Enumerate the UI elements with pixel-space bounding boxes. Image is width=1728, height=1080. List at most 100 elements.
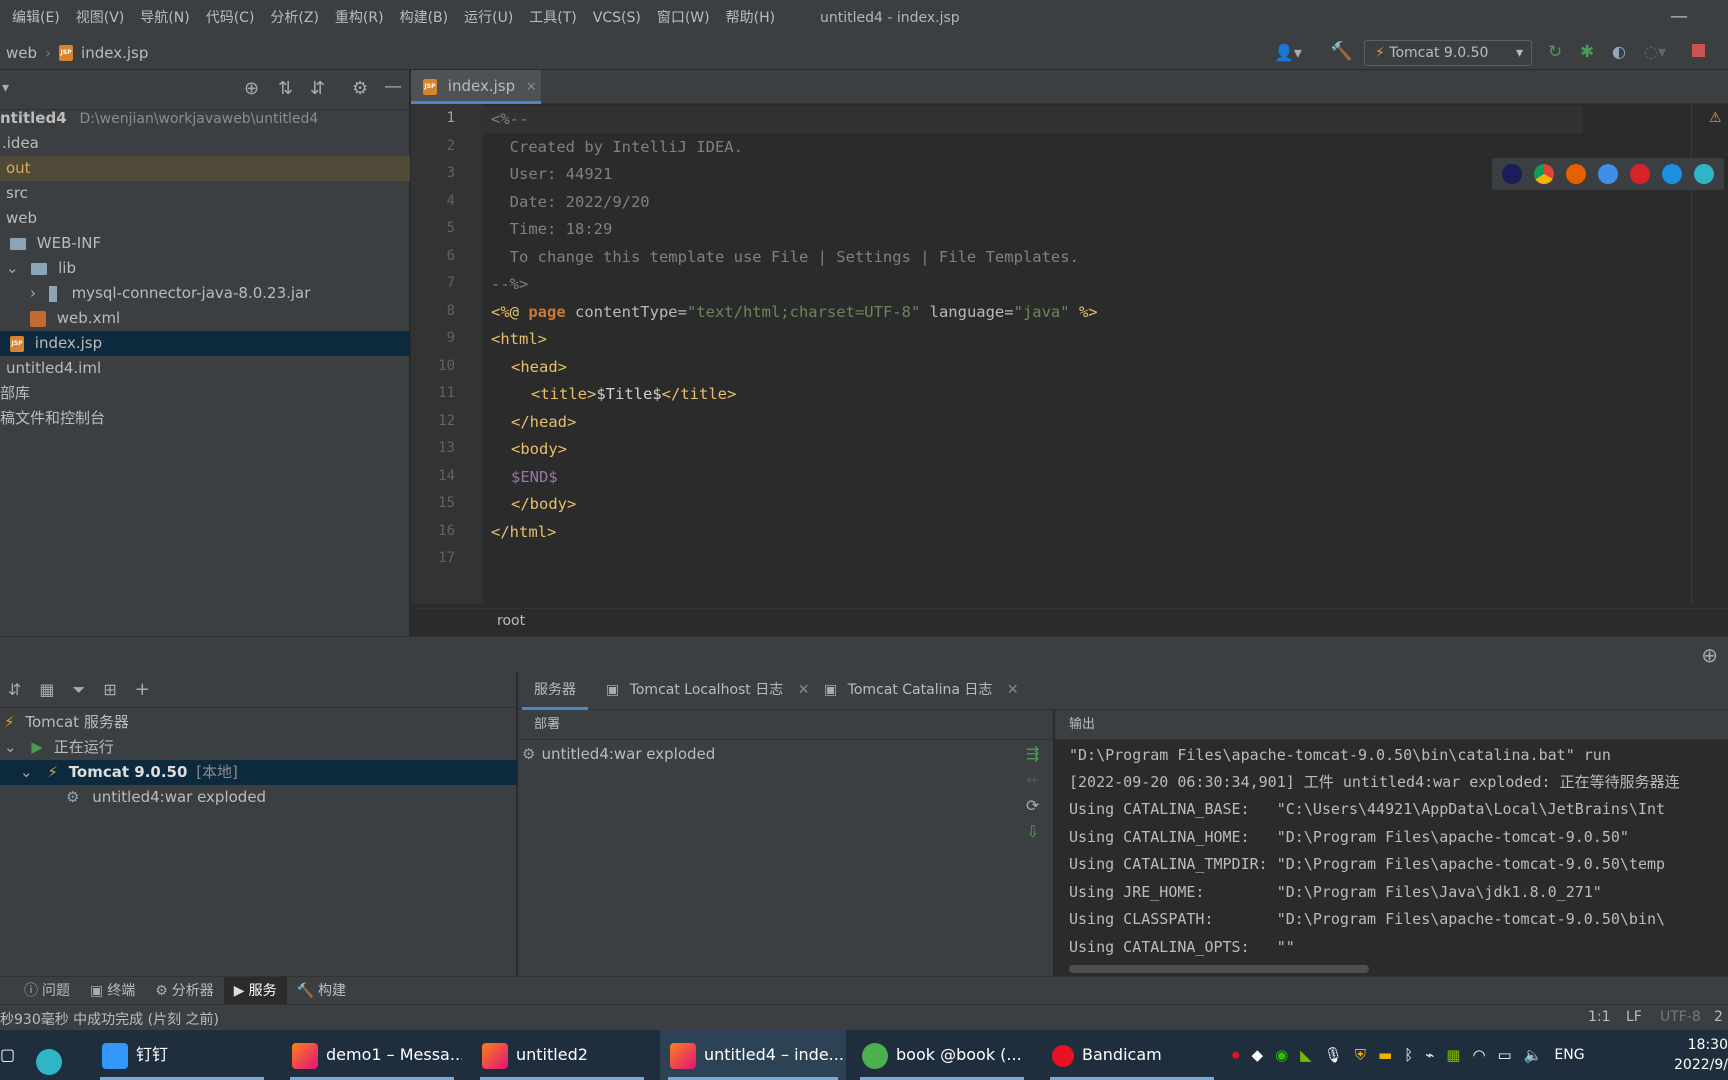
input-language[interactable]: ENG <box>1554 1047 1584 1063</box>
close-icon[interactable]: ✕ <box>1007 682 1019 698</box>
taskbar-app-dingtalk[interactable]: 钉钉 <box>92 1030 272 1080</box>
volume-icon[interactable]: 🔈 <box>1524 1046 1543 1064</box>
tree-item-artifact[interactable]: ⚙ untitled4:war exploded <box>0 785 517 810</box>
edge-icon[interactable] <box>1694 164 1714 184</box>
tool-profiler[interactable]: ⚙ 分析器 <box>145 977 224 1005</box>
menu-tools[interactable]: 工具(T) <box>521 0 584 36</box>
chevron-down-icon[interactable]: ⌄ <box>6 259 19 277</box>
tree-item-web-inf[interactable]: WEB-INF <box>0 231 410 256</box>
menu-vcs[interactable]: VCS(S) <box>585 0 649 36</box>
menu-window[interactable]: 窗口(W) <box>649 0 718 36</box>
horizontal-scrollbar[interactable] <box>1069 965 1369 973</box>
minimize-button[interactable]: — <box>1670 0 1688 34</box>
bluetooth-icon[interactable]: ᛒ <box>1404 1046 1413 1064</box>
menu-help[interactable]: 帮助(H) <box>718 0 783 36</box>
run-configuration-select[interactable]: ⚡ Tomcat 9.0.50 ▾ <box>1364 40 1532 66</box>
wechat-icon[interactable]: ◉ <box>1275 1046 1288 1064</box>
microphone-icon[interactable]: 🎙 <box>1324 1046 1343 1064</box>
deploy-item[interactable]: ⚙ untitled4:war exploded <box>518 740 715 768</box>
chevron-down-icon[interactable]: ⌄ <box>20 763 33 781</box>
shield-icon[interactable]: ⛨ <box>1355 1046 1366 1064</box>
filter-icon[interactable]: ⏷ <box>73 680 86 700</box>
tree-item-tomcat-instance[interactable]: ⌄ ⚡ Tomcat 9.0.50 [本地] <box>0 760 517 785</box>
gpu-icon[interactable]: ▦ <box>1446 1046 1460 1064</box>
collapse-all-icon[interactable]: ⇵ <box>310 78 325 99</box>
indent-setting[interactable]: 2 <box>1714 1009 1723 1025</box>
add-icon[interactable]: + <box>135 679 150 700</box>
start-button[interactable]: ▢ <box>0 1030 20 1080</box>
tab-server[interactable]: 服务器 <box>522 672 588 710</box>
debug-icon[interactable]: ✱ <box>1580 42 1594 62</box>
tree-item-out[interactable]: out <box>0 156 410 181</box>
tree-item-web-xml[interactable]: web.xml <box>0 306 410 331</box>
menu-navigate[interactable]: 导航(N) <box>132 0 197 36</box>
hide-panel-icon[interactable]: — <box>384 76 402 97</box>
close-icon[interactable]: ✕ <box>526 80 537 95</box>
tool-services[interactable]: ▶ 服务 <box>223 976 287 1005</box>
collapse-icon[interactable]: ⇵ <box>8 680 21 699</box>
chevron-down-icon[interactable]: ⌄ <box>4 738 17 756</box>
line-separator[interactable]: LF <box>1626 1009 1642 1025</box>
stop-icon[interactable] <box>1692 44 1705 57</box>
taskbar-app-untitled2[interactable]: untitled2 <box>472 1030 652 1080</box>
new-tab-icon[interactable]: ⊞ <box>103 680 116 699</box>
taskbar-app-book[interactable]: book @book (... <box>852 1030 1032 1080</box>
tree-item-iml[interactable]: untitled4.iml <box>0 356 410 381</box>
locate-icon[interactable]: ⊕ <box>244 78 259 99</box>
nvidia-icon[interactable]: ◣ <box>1300 1046 1312 1064</box>
chevron-right-icon[interactable]: › <box>30 284 36 302</box>
expand-all-icon[interactable]: ⇅ <box>278 78 293 99</box>
tree-item-src[interactable]: src <box>0 181 410 206</box>
editor-breadcrumb-root[interactable]: root <box>497 613 525 629</box>
clock[interactable]: 18:30 2022/9/ <box>1670 1035 1728 1075</box>
firefox-icon[interactable] <box>1566 164 1586 184</box>
tree-item-web[interactable]: web <box>0 206 410 231</box>
warning-icon[interactable]: ⚠ <box>1709 110 1722 126</box>
tab-catalina-log[interactable]: ▣ Tomcat Catalina 日志 ✕ <box>812 672 1031 710</box>
tool-problems[interactable]: ⓘ 问题 <box>14 977 80 1005</box>
battery-icon[interactable]: ▭ <box>1498 1046 1512 1064</box>
tree-item-jar[interactable]: › mysql-connector-java-8.0.23.jar <box>0 281 410 306</box>
chrome-icon[interactable] <box>1534 164 1554 184</box>
tree-item-index-jsp[interactable]: JSP index.jsp <box>0 331 410 356</box>
wifi-icon[interactable]: ◠ <box>1472 1046 1485 1064</box>
breadcrumb-web[interactable]: web <box>6 44 37 62</box>
tree-item-running[interactable]: ⌄ ▶ 正在运行 <box>0 735 517 760</box>
menu-build[interactable]: 构建(B) <box>392 0 457 36</box>
folder-icon[interactable]: ▬ <box>1378 1046 1392 1064</box>
locate-icon[interactable]: ⊕ <box>1701 643 1718 667</box>
rerun-icon[interactable]: ↻ <box>1548 42 1562 62</box>
menu-analyze[interactable]: 分析(Z) <box>262 0 327 36</box>
tree-root[interactable]: ntitled4 D:\wenjian\workjavaweb\untitled… <box>0 106 410 131</box>
tree-item-scratches[interactable]: 稿文件和控制台 <box>0 406 410 431</box>
build-hammer-icon[interactable]: 🔨 <box>1330 41 1352 62</box>
network-icon[interactable]: ⌁ <box>1425 1046 1434 1064</box>
record-icon[interactable]: ⏺ <box>1232 1046 1240 1064</box>
tool-terminal[interactable]: ▣ 终端 <box>80 977 145 1005</box>
tree-item-idea[interactable]: .idea <box>0 131 410 156</box>
safari-icon[interactable] <box>1598 164 1618 184</box>
tree-item-libraries[interactable]: 部库 <box>0 381 410 406</box>
taskbar-app-untitled4[interactable]: untitled4 – inde... <box>660 1030 846 1080</box>
menu-edit[interactable]: 编辑(E) <box>4 0 68 36</box>
tree-item-lib[interactable]: ⌄ lib <box>0 256 410 281</box>
menu-view[interactable]: 视图(V) <box>68 0 133 36</box>
deploy-icon[interactable]: ⇶ <box>1026 744 1039 763</box>
undeploy-icon[interactable]: ⇷ <box>1026 770 1039 789</box>
tab-index-jsp[interactable]: JSP index.jsp ✕ <box>411 70 541 104</box>
tool-build[interactable]: 🔨 构建 <box>287 977 356 1005</box>
refresh-icon[interactable]: ⟳ <box>1026 796 1039 815</box>
chevron-down-icon[interactable]: ▾ <box>2 80 9 96</box>
tab-localhost-log[interactable]: ▣ Tomcat Localhost 日志 ✕ <box>594 672 821 710</box>
breadcrumb-file[interactable]: index.jsp <box>81 44 148 62</box>
coverage-icon[interactable]: ◐ <box>1612 42 1626 61</box>
menu-code[interactable]: 代码(C) <box>198 0 263 36</box>
user-icon[interactable]: 👤▾ <box>1274 43 1302 62</box>
gear-icon[interactable]: ⚙ <box>352 78 368 99</box>
profile-icon[interactable]: ◌▾ <box>1644 42 1666 61</box>
intellij-browser-icon[interactable] <box>1502 164 1522 184</box>
tray-app-icon[interactable]: ◆ <box>1252 1046 1264 1064</box>
opera-icon[interactable] <box>1630 164 1650 184</box>
edge-taskbar-icon[interactable] <box>36 1030 76 1080</box>
tree-item-tomcat-server[interactable]: ⚡ Tomcat 服务器 <box>0 710 517 735</box>
